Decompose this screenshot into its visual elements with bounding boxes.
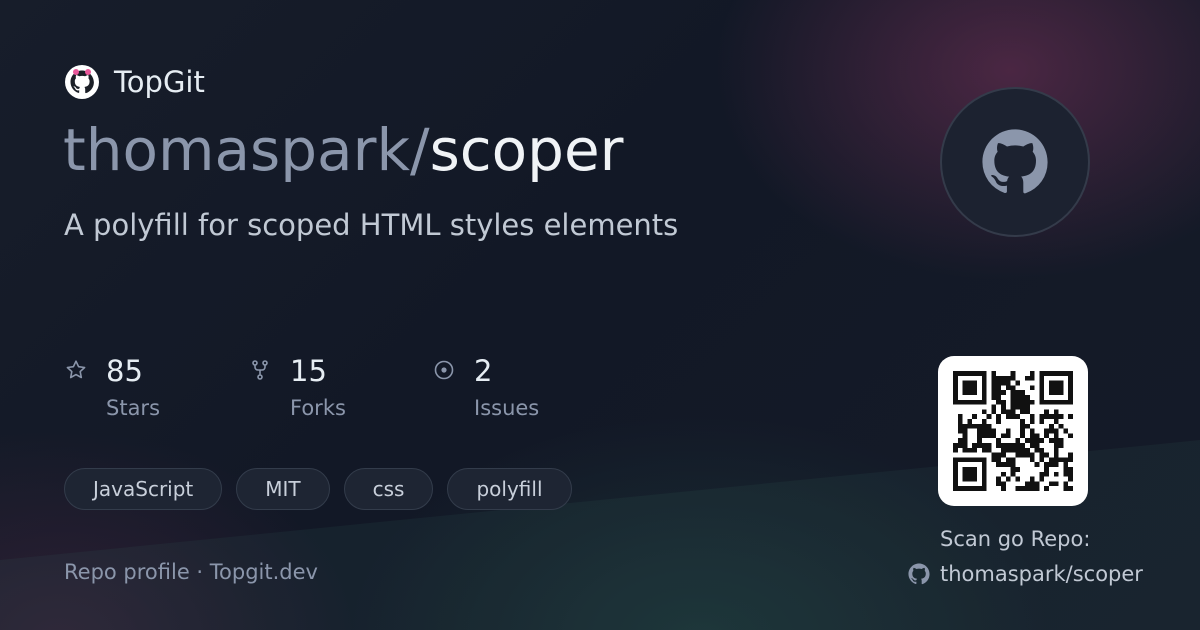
tag-javascript[interactable]: JavaScript [64, 468, 223, 510]
repo-title[interactable]: thomaspark/scoper [63, 112, 624, 188]
brand[interactable]: TopGit [64, 64, 205, 100]
tag-polyfill[interactable]: polyfill [447, 468, 572, 510]
brand-name: TopGit [114, 65, 205, 99]
topgit-logo-icon [65, 65, 99, 99]
issues-label: Issues [474, 396, 540, 420]
github-icon [982, 129, 1048, 194]
issues-count: 2 [474, 354, 493, 388]
stars-count: 85 [106, 354, 143, 388]
tag-css[interactable]: css [343, 468, 434, 510]
fork-icon [252, 360, 268, 380]
footer-text[interactable]: Repo profile · Topgit.dev [64, 560, 318, 584]
stat-stars[interactable]: 85 Stars [64, 352, 248, 420]
repo-description: A polyfill for scoped HTML styles elemen… [64, 208, 679, 242]
stat-issues[interactable]: 2 Issues [432, 352, 616, 420]
repo-link[interactable]: thomaspark/scoper [908, 562, 1143, 586]
qr-caption: Scan go Repo: [940, 527, 1091, 551]
repo-stats: 85 Stars 15 Forks 2 Issues [64, 352, 616, 420]
qr-code[interactable] [938, 356, 1088, 506]
avatar[interactable] [940, 87, 1090, 237]
forks-count: 15 [290, 354, 327, 388]
repo-link-text: thomaspark/scoper [940, 562, 1143, 586]
repo-owner: thomaspark/ [63, 116, 430, 184]
tag-mit[interactable]: MIT [236, 468, 330, 510]
stat-forks[interactable]: 15 Forks [248, 352, 432, 420]
issue-icon [434, 360, 454, 380]
forks-label: Forks [290, 396, 346, 420]
repo-name: scoper [429, 116, 624, 184]
stars-label: Stars [106, 396, 161, 420]
star-icon [66, 360, 86, 379]
github-small-icon [908, 563, 930, 585]
topic-tags: JavaScript MIT css polyfill [64, 468, 572, 510]
qr-code-image [953, 371, 1073, 491]
